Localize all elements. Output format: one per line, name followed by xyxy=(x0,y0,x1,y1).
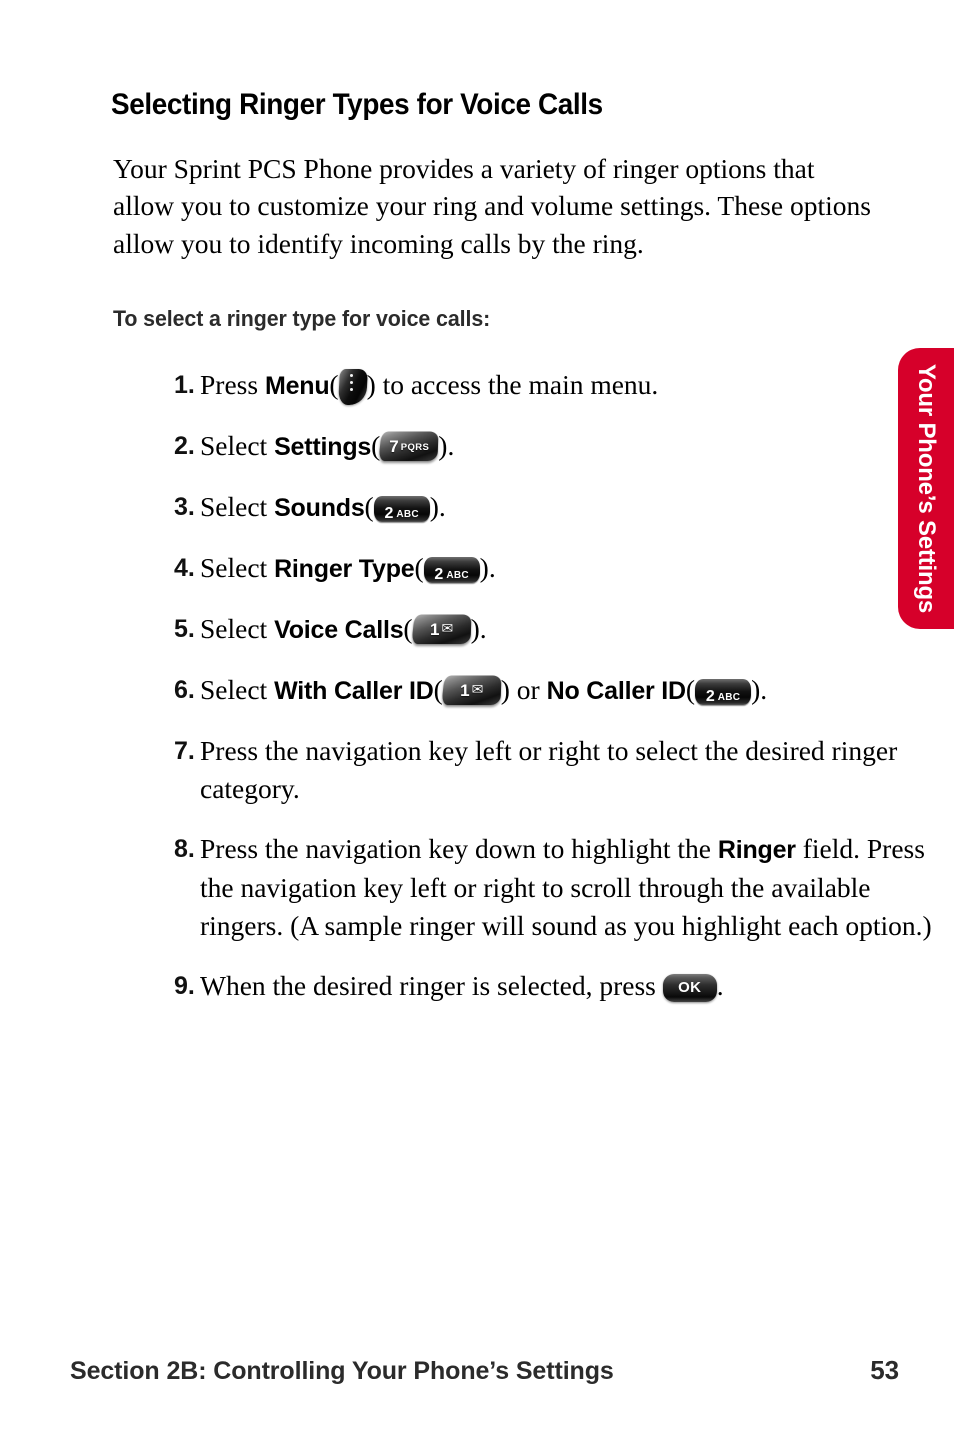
step-text: When the desired ringer is selected, pre… xyxy=(200,967,943,1005)
paren-open: ( xyxy=(364,491,374,522)
ui-term-ringer-type: Ringer Type xyxy=(274,555,415,583)
step-number: 7. xyxy=(174,737,195,765)
ok-key-icon: OK xyxy=(662,974,717,1002)
step-text: Select Sounds(2 ABC). xyxy=(200,488,943,527)
envelope-icon: ✉ xyxy=(441,621,454,637)
key-7-pqrs-icon: 7 PQRS xyxy=(378,431,439,462)
ui-term-sounds: Sounds xyxy=(274,494,365,522)
sub-heading: To select a ringer type for voice calls: xyxy=(113,305,491,331)
paren-close: ) xyxy=(479,552,489,583)
step-text: Press the navigation key left or right t… xyxy=(200,735,898,804)
page-title: Selecting Ringer Types for Voice Calls xyxy=(111,88,603,122)
paren-open: ( xyxy=(433,674,443,705)
step-text-tail: . xyxy=(760,674,768,705)
page-number: 53 xyxy=(870,1355,899,1385)
key-2-abc-icon: 2 ABC xyxy=(373,496,430,522)
key-digit: 1 xyxy=(429,619,440,639)
step-number: 1. xyxy=(174,371,195,399)
step-number: 6. xyxy=(174,676,195,704)
intro-paragraph: Your Sprint PCS Phone provides a variety… xyxy=(113,152,871,259)
section-thumb-tab-label: Your Phone’s Settings xyxy=(913,363,940,614)
steps-list: 1. Press Menu() to access the main menu.… xyxy=(113,366,943,1027)
step-number: 8. xyxy=(174,835,195,863)
key-digit: 7 xyxy=(389,436,399,456)
paren-close: ) xyxy=(470,613,480,644)
step-text-lead: Select xyxy=(200,430,275,461)
ui-term-no-caller-id: No Caller ID xyxy=(546,677,687,705)
manual-page: Selecting Ringer Types for Voice Calls Y… xyxy=(0,0,954,1433)
key-letters: PQRS xyxy=(400,442,430,454)
key-1-voicemail-icon: 1 ✉ xyxy=(410,614,472,645)
step-number: 4. xyxy=(174,554,195,582)
key-letters: ABC xyxy=(396,509,419,520)
step-text-lead: Press the navigation key down to highlig… xyxy=(200,833,718,864)
page-footer: Section 2B: Controlling Your Phone’s Set… xyxy=(70,1355,899,1386)
key-1-voicemail-icon: 1 ✉ xyxy=(441,675,502,706)
key-digit: 2 xyxy=(434,566,444,583)
step-text-tail: . xyxy=(479,613,487,644)
ui-term-menu: Menu xyxy=(264,372,330,400)
paren-close-2: ) xyxy=(751,674,761,705)
section-thumb-tab: Your Phone’s Settings xyxy=(898,348,954,629)
key-digit: 2 xyxy=(705,688,715,705)
step-text-lead: Press xyxy=(200,369,265,400)
list-item: 5. Select Voice Calls(1 ✉). xyxy=(153,610,943,649)
list-item: 3. Select Sounds(2 ABC). xyxy=(153,488,943,527)
ui-term-voice-calls: Voice Calls xyxy=(274,616,404,644)
paren-open: ( xyxy=(329,369,339,400)
key-digit: 2 xyxy=(384,505,394,522)
key-digit: 1 xyxy=(460,680,470,700)
ui-term-settings: Settings xyxy=(274,433,372,461)
key-letters: ABC xyxy=(717,692,741,703)
ui-term-ringer: Ringer xyxy=(717,836,796,864)
paren-close: ) xyxy=(500,674,510,705)
list-item: 8. Press the navigation key down to high… xyxy=(153,830,943,945)
paren-close: ) xyxy=(429,491,439,522)
step-number: 2. xyxy=(174,432,195,460)
key-2-abc-icon: 2 ABC xyxy=(423,557,480,583)
step-text-lead: Select xyxy=(200,674,275,705)
list-item: 6. Select With Caller ID(1 ✉) or No Calle… xyxy=(153,671,943,710)
list-item: 7. Press the navigation key left or righ… xyxy=(153,732,943,808)
step-text: Press Menu() to access the main menu. xyxy=(200,366,943,405)
key-letters: ABC xyxy=(446,570,469,581)
menu-key-icon xyxy=(337,369,368,405)
envelope-icon: ✉ xyxy=(471,682,484,698)
step-number: 3. xyxy=(174,493,195,521)
step-text-lead: Select xyxy=(200,613,275,644)
step-text-lead: Select xyxy=(200,491,275,522)
step-text-tail: to access the main menu. xyxy=(375,369,659,400)
key-2-abc-icon: 2 ABC xyxy=(695,679,752,705)
list-item: 4. Select Ringer Type(2 ABC). xyxy=(153,549,943,588)
step-text-tail: . xyxy=(488,552,496,583)
step-text: Select Ringer Type(2 ABC). xyxy=(200,549,943,588)
step-text-lead: When the desired ringer is selected, pre… xyxy=(200,970,663,1001)
step-text: Select Voice Calls(1 ✉). xyxy=(200,610,943,649)
step-text-tail: . xyxy=(447,430,455,461)
step-text: Select With Caller ID(1 ✉) or No Caller I… xyxy=(200,671,943,710)
step-text: Press the navigation key down to highlig… xyxy=(200,830,943,945)
step-number: 5. xyxy=(174,615,195,643)
ok-key-label: OK xyxy=(678,979,702,996)
paren-open: ( xyxy=(414,552,424,583)
list-item: 2. Select Settings(7 PQRS). xyxy=(153,427,943,466)
list-item: 1. Press Menu() to access the main menu. xyxy=(153,366,943,405)
step-text-tail: . xyxy=(716,970,724,1001)
ui-term-with-caller-id: With Caller ID xyxy=(274,677,434,705)
list-item: 9. When the desired ringer is selected, … xyxy=(153,967,943,1005)
step-text-lead: Select xyxy=(200,552,275,583)
paren-close: ) xyxy=(366,369,376,400)
paren-open-2: ( xyxy=(685,674,696,705)
step-number: 9. xyxy=(174,972,195,1000)
step-text-mid: or xyxy=(509,674,547,705)
footer-section-title: Section 2B: Controlling Your Phone’s Set… xyxy=(70,1357,614,1385)
step-text: Select Settings(7 PQRS). xyxy=(200,427,943,466)
step-text-tail: . xyxy=(438,491,446,522)
paren-open: ( xyxy=(403,613,413,644)
